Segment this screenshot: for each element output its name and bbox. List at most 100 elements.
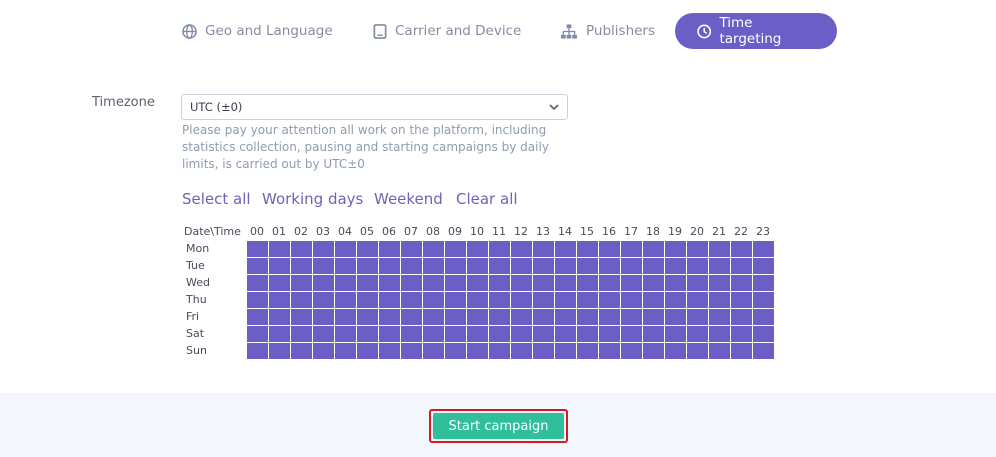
schedule-cell[interactable] bbox=[467, 292, 488, 308]
schedule-cell[interactable] bbox=[423, 275, 444, 291]
hour-header[interactable]: 18 bbox=[642, 225, 664, 238]
schedule-cell[interactable] bbox=[291, 309, 312, 325]
schedule-cell[interactable] bbox=[357, 275, 378, 291]
schedule-cell[interactable] bbox=[621, 326, 642, 342]
schedule-cell[interactable] bbox=[621, 275, 642, 291]
schedule-cell[interactable] bbox=[247, 275, 268, 291]
schedule-cell[interactable] bbox=[335, 258, 356, 274]
schedule-cell[interactable] bbox=[533, 343, 554, 359]
schedule-cell[interactable] bbox=[247, 241, 268, 257]
schedule-cell[interactable] bbox=[489, 343, 510, 359]
schedule-cell[interactable] bbox=[709, 292, 730, 308]
schedule-cell[interactable] bbox=[269, 309, 290, 325]
schedule-cell[interactable] bbox=[643, 241, 664, 257]
schedule-cell[interactable] bbox=[489, 258, 510, 274]
working-days-link[interactable]: Working days bbox=[262, 190, 363, 208]
select-all-link[interactable]: Select all bbox=[182, 190, 251, 208]
schedule-cell[interactable] bbox=[423, 292, 444, 308]
schedule-cell[interactable] bbox=[731, 258, 752, 274]
schedule-cell[interactable] bbox=[423, 343, 444, 359]
schedule-cell[interactable] bbox=[379, 343, 400, 359]
day-label[interactable]: Sat bbox=[186, 327, 204, 340]
schedule-cell[interactable] bbox=[401, 241, 422, 257]
schedule-cell[interactable] bbox=[687, 326, 708, 342]
schedule-cell[interactable] bbox=[423, 326, 444, 342]
schedule-cell[interactable] bbox=[313, 309, 334, 325]
schedule-cell[interactable] bbox=[709, 326, 730, 342]
schedule-cell[interactable] bbox=[555, 258, 576, 274]
schedule-cell[interactable] bbox=[643, 258, 664, 274]
schedule-cell[interactable] bbox=[313, 326, 334, 342]
hour-header[interactable]: 14 bbox=[554, 225, 576, 238]
schedule-cell[interactable] bbox=[313, 292, 334, 308]
hour-header[interactable]: 11 bbox=[488, 225, 510, 238]
schedule-cell[interactable] bbox=[643, 292, 664, 308]
schedule-cell[interactable] bbox=[511, 241, 532, 257]
schedule-cell[interactable] bbox=[445, 326, 466, 342]
day-label[interactable]: Tue bbox=[186, 259, 205, 272]
schedule-cell[interactable] bbox=[687, 241, 708, 257]
schedule-cell[interactable] bbox=[401, 343, 422, 359]
day-label[interactable]: Fri bbox=[186, 310, 199, 323]
schedule-cell[interactable] bbox=[665, 241, 686, 257]
schedule-cell[interactable] bbox=[665, 292, 686, 308]
weekend-link[interactable]: Weekend bbox=[374, 190, 443, 208]
schedule-cell[interactable] bbox=[357, 292, 378, 308]
hour-header[interactable]: 21 bbox=[708, 225, 730, 238]
schedule-cell[interactable] bbox=[445, 275, 466, 291]
schedule-cell[interactable] bbox=[621, 343, 642, 359]
schedule-cell[interactable] bbox=[357, 241, 378, 257]
schedule-cell[interactable] bbox=[357, 343, 378, 359]
schedule-cell[interactable] bbox=[687, 258, 708, 274]
schedule-cell[interactable] bbox=[313, 258, 334, 274]
start-campaign-button[interactable]: Start campaign bbox=[429, 409, 568, 443]
schedule-cell[interactable] bbox=[247, 343, 268, 359]
hour-header[interactable]: 16 bbox=[598, 225, 620, 238]
schedule-cell[interactable] bbox=[445, 292, 466, 308]
schedule-cell[interactable] bbox=[555, 343, 576, 359]
hour-header[interactable]: 07 bbox=[400, 225, 422, 238]
schedule-cell[interactable] bbox=[379, 258, 400, 274]
schedule-cell[interactable] bbox=[379, 241, 400, 257]
schedule-cell[interactable] bbox=[379, 326, 400, 342]
schedule-cell[interactable] bbox=[643, 326, 664, 342]
schedule-cell[interactable] bbox=[687, 343, 708, 359]
schedule-cell[interactable] bbox=[709, 343, 730, 359]
schedule-cell[interactable] bbox=[709, 241, 730, 257]
schedule-cell[interactable] bbox=[445, 258, 466, 274]
schedule-cell[interactable] bbox=[555, 275, 576, 291]
schedule-cell[interactable] bbox=[269, 258, 290, 274]
schedule-cell[interactable] bbox=[489, 275, 510, 291]
schedule-cell[interactable] bbox=[731, 241, 752, 257]
schedule-cell[interactable] bbox=[665, 309, 686, 325]
schedule-cell[interactable] bbox=[753, 258, 774, 274]
schedule-cell[interactable] bbox=[555, 292, 576, 308]
schedule-cell[interactable] bbox=[709, 309, 730, 325]
hour-header[interactable]: 06 bbox=[378, 225, 400, 238]
schedule-cell[interactable] bbox=[533, 241, 554, 257]
schedule-cell[interactable] bbox=[291, 326, 312, 342]
schedule-cell[interactable] bbox=[643, 275, 664, 291]
tab-publishers[interactable]: Publishers bbox=[560, 13, 655, 49]
schedule-cell[interactable] bbox=[247, 292, 268, 308]
schedule-cell[interactable] bbox=[445, 343, 466, 359]
schedule-cell[interactable] bbox=[621, 309, 642, 325]
tab-time-targeting[interactable]: Time targeting bbox=[675, 13, 837, 49]
timezone-select[interactable]: UTC (±0) bbox=[181, 94, 568, 120]
schedule-cell[interactable] bbox=[269, 326, 290, 342]
schedule-cell[interactable] bbox=[335, 292, 356, 308]
schedule-cell[interactable] bbox=[291, 275, 312, 291]
hour-header[interactable]: 17 bbox=[620, 225, 642, 238]
schedule-cell[interactable] bbox=[423, 309, 444, 325]
schedule-cell[interactable] bbox=[511, 275, 532, 291]
schedule-cell[interactable] bbox=[577, 292, 598, 308]
schedule-cell[interactable] bbox=[401, 292, 422, 308]
schedule-cell[interactable] bbox=[269, 343, 290, 359]
schedule-cell[interactable] bbox=[247, 326, 268, 342]
schedule-cell[interactable] bbox=[247, 258, 268, 274]
schedule-cell[interactable] bbox=[489, 326, 510, 342]
schedule-cell[interactable] bbox=[467, 241, 488, 257]
schedule-cell[interactable] bbox=[621, 258, 642, 274]
schedule-cell[interactable] bbox=[753, 326, 774, 342]
schedule-cell[interactable] bbox=[401, 275, 422, 291]
